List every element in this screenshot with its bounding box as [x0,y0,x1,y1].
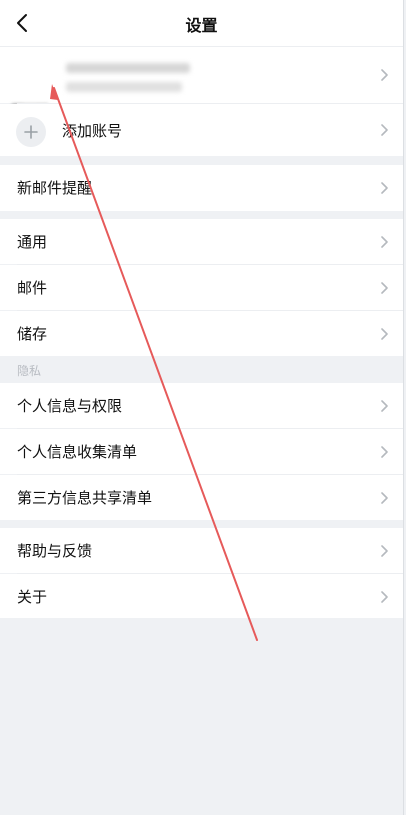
plus-icon [24,125,38,139]
plus-circle [16,117,46,147]
row-third-party-sharing-list[interactable]: 第三方信息共享清单 [0,475,403,520]
row-storage[interactable]: 储存 [0,311,403,356]
row-mail[interactable]: 邮件 [0,265,403,310]
chevron-right-icon [381,328,388,340]
row-label: 个人信息与权限 [17,397,123,415]
row-label: 帮助与反馈 [17,542,93,560]
add-account-label: 添加账号 [62,122,123,140]
row-label: 储存 [17,325,48,343]
section-caption-privacy: 隐私 [17,364,42,378]
row-label: 通用 [17,233,48,251]
row-label: 个人信息收集清单 [17,443,138,461]
chevron-right-icon [381,545,388,557]
chevron-right-icon [381,182,388,194]
row-label: 关于 [17,588,48,606]
row-label: 第三方信息共享清单 [17,489,153,507]
chevron-right-icon [381,492,388,504]
chevron-right-icon [381,446,388,458]
chevron-right-icon [381,236,388,248]
account-email-blurred [66,82,182,92]
chevron-right-icon [381,124,388,136]
chevron-right-icon [381,282,388,294]
row-personal-info-collection-list[interactable]: 个人信息收集清单 [0,429,403,474]
row-general[interactable]: 通用 [0,219,403,264]
account-row[interactable] [0,47,403,140]
account-name-blurred [66,63,190,73]
add-account-row[interactable]: 添加账号 [0,104,403,156]
row-personal-info-permissions[interactable]: 个人信息与权限 [0,383,403,428]
top-bar: 设置 [0,0,403,47]
row-help-feedback[interactable]: 帮助与反馈 [0,528,403,573]
chevron-right-icon [381,400,388,412]
chevron-right-icon [381,69,388,81]
row-about[interactable]: 关于 [0,574,403,618]
row-label: 新邮件提醒 [17,179,93,197]
row-new-mail-alert[interactable]: 新邮件提醒 [0,165,403,211]
settings-screen: 设置 添加账号 新邮件提醒 通用 邮件 储存 隐私 个人信息与权限 个人信息收集… [0,0,404,815]
chevron-right-icon [381,591,388,603]
row-label: 邮件 [17,279,48,297]
page-title: 设置 [185,16,218,35]
